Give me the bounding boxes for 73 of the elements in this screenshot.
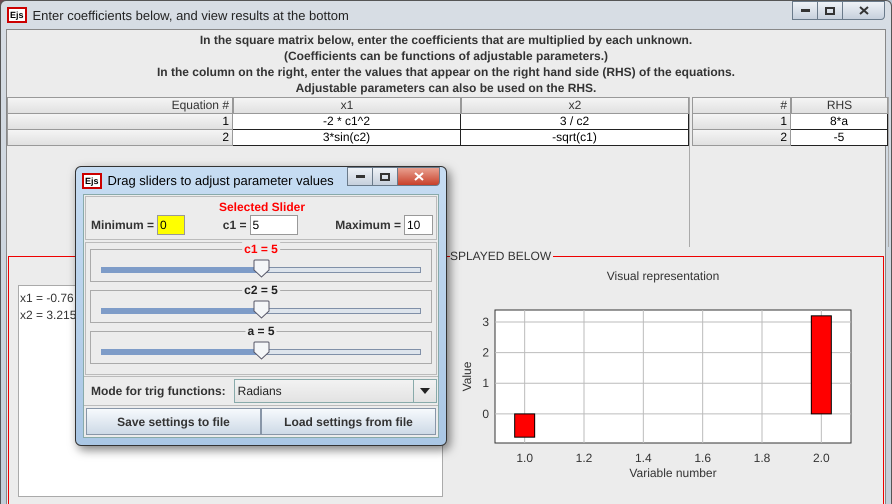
y-axis-label: Value [460, 362, 474, 392]
slider-thumb[interactable] [253, 341, 270, 360]
instruction-text: Adjustable parameters can also be used on the RHS. [296, 80, 596, 96]
slider[interactable] [101, 300, 421, 319]
instruction-text: In the square matrix below, enter the coefficients that are multiplied by each unknown. [200, 32, 692, 48]
maximize-icon [825, 6, 835, 14]
y-tick-label: 1 [482, 376, 489, 390]
x-tick-label: 1.4 [635, 451, 652, 465]
slider[interactable] [101, 259, 421, 278]
slider-label: c2 = 5 [242, 283, 280, 297]
slider-thumb[interactable] [253, 259, 270, 278]
minimum-field[interactable]: 0 [157, 215, 186, 235]
column-header[interactable]: Equation # [7, 97, 233, 114]
x-axis-label: Variable number [629, 466, 717, 480]
y-tick-label: 2 [482, 346, 489, 360]
table-cell[interactable]: -5 [791, 130, 888, 146]
field-label: Minimum = [91, 218, 154, 232]
bar [514, 413, 536, 438]
panel-legend: SPLAYED BELOW [450, 249, 554, 263]
x-tick-label: 2.0 [813, 451, 830, 465]
minimize-button[interactable] [792, 1, 818, 20]
column-header[interactable]: x1 [233, 97, 461, 114]
mode-label: Mode for trig functions: [91, 384, 226, 398]
column-header[interactable]: # [692, 97, 791, 114]
table-cell[interactable]: 3*sin(c2) [233, 130, 461, 146]
slider-thumb[interactable] [253, 300, 270, 319]
close-icon [414, 172, 424, 181]
table-cell[interactable]: 3 / c2 [461, 114, 689, 130]
maximize-button[interactable] [372, 167, 398, 186]
x-tick-label: 1.2 [576, 451, 592, 465]
slider[interactable] [101, 341, 421, 360]
y-tick-label: 0 [482, 406, 489, 421]
dialog-title: Drag sliders to adjust parameter values [108, 173, 335, 188]
settings-button[interactable]: Load settings from file [261, 408, 436, 435]
app-logo: Ejs [7, 7, 27, 23]
result-text: x1 = -0.76 [20, 290, 74, 307]
row-number: 2 [7, 130, 233, 146]
settings-button[interactable]: Save settings to file [86, 408, 261, 435]
slider-label: a = 5 [245, 324, 277, 338]
close-button[interactable] [397, 167, 440, 186]
maximize-button[interactable] [817, 1, 843, 20]
selected-slider-heading: Selected Slider [218, 200, 306, 214]
table-cell[interactable]: -2 * c1^2 [233, 114, 461, 130]
minimize-icon [356, 175, 364, 178]
field-label: c1 = [222, 218, 246, 232]
minimize-button[interactable] [347, 167, 373, 186]
window-title: Enter coefficients below, and view results at the bottom [32, 8, 350, 22]
row-number: 1 [7, 114, 233, 130]
x-tick-label: 1.8 [754, 451, 770, 465]
minimize-icon [800, 9, 810, 12]
column-header[interactable]: RHS [791, 97, 888, 114]
chart-title: Visual representation [606, 269, 720, 283]
maximize-icon [380, 172, 390, 180]
app-logo: Ejs [82, 172, 102, 188]
dropdown-arrow-icon [420, 388, 430, 394]
row-number: 1 [692, 114, 791, 130]
row-number: 2 [692, 130, 791, 146]
instruction-text: In the column on the right, enter the values that appear on the right hand side (RHS) of the equations. [156, 64, 736, 80]
close-button[interactable] [842, 1, 885, 20]
x-tick-label: 1.0 [516, 451, 533, 465]
y-tick-label: 3 [482, 314, 489, 329]
field-label: Maximum = [335, 218, 401, 232]
slider-label: c1 = 5 [242, 242, 280, 256]
instruction-text: (Coefficients can be functions of adjustable parameters.) [284, 48, 608, 64]
result-text: x2 = 3.215 [20, 307, 76, 324]
x-tick-label: 1.6 [694, 451, 711, 465]
table-cell[interactable]: -sqrt(c1) [461, 130, 689, 146]
maximum-field[interactable]: 10 [404, 215, 433, 235]
close-icon [858, 6, 868, 15]
table-cell[interactable]: 8*a [791, 114, 888, 130]
value-field[interactable]: 5 [250, 215, 298, 235]
column-header[interactable]: x2 [461, 97, 689, 114]
mode-dropdown[interactable]: Radians [234, 379, 437, 403]
